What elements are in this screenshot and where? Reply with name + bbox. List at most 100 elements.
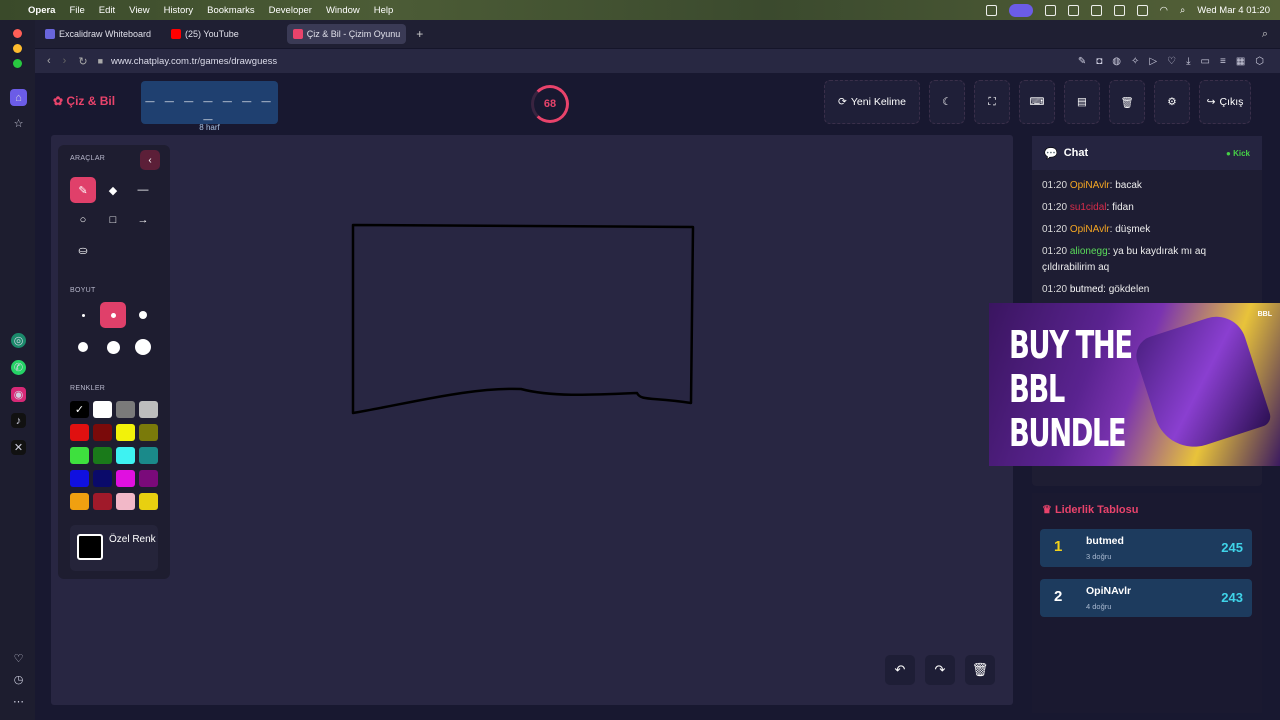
- color-swatch[interactable]: [139, 447, 158, 464]
- menu-edit[interactable]: Edit: [99, 5, 115, 16]
- drawing-canvas[interactable]: [51, 135, 1013, 705]
- trash-button[interactable]: 🗑: [1109, 80, 1145, 124]
- eraser-tool[interactable]: ◆: [100, 177, 126, 203]
- menu-icon[interactable]: ≡: [1220, 56, 1226, 67]
- color-swatch[interactable]: [139, 493, 158, 510]
- status-icon[interactable]: [1044, 4, 1056, 16]
- user-icon[interactable]: [1113, 4, 1125, 16]
- color-swatch[interactable]: [70, 424, 89, 441]
- wallet-icon[interactable]: ⬡: [1255, 56, 1264, 67]
- exit-button[interactable]: ↪ Çıkış: [1199, 80, 1251, 124]
- close-window-button[interactable]: [13, 29, 22, 38]
- tab-excalidraw[interactable]: Excalidraw Whiteboard: [39, 24, 157, 44]
- instagram-icon[interactable]: ◉: [11, 387, 26, 402]
- color-swatch[interactable]: [93, 447, 112, 464]
- color-swatch[interactable]: [93, 470, 112, 487]
- download-icon[interactable]: ⤓: [1186, 56, 1190, 67]
- menu-app-name[interactable]: Opera: [28, 5, 55, 16]
- player-icon[interactable]: ▷: [1149, 56, 1157, 67]
- color-swatch[interactable]: [139, 401, 158, 418]
- x-icon[interactable]: ✕: [11, 440, 26, 455]
- menu-developer[interactable]: Developer: [269, 5, 312, 16]
- settings-button[interactable]: ⚙: [1154, 80, 1190, 124]
- custom-color-button[interactable]: Özel Renk: [70, 525, 158, 571]
- url-field[interactable]: www.chatplay.com.tr/games/drawguess: [111, 56, 277, 67]
- datetime[interactable]: Wed Mar 4 01:20: [1197, 5, 1270, 16]
- menu-window[interactable]: Window: [326, 5, 360, 16]
- brush-tool[interactable]: ✎: [70, 177, 96, 203]
- size-1[interactable]: [70, 302, 96, 328]
- menu-history[interactable]: History: [164, 5, 194, 16]
- color-swatch[interactable]: [93, 401, 112, 418]
- color-swatch[interactable]: [116, 470, 135, 487]
- collapse-panel-button[interactable]: ‹: [140, 150, 160, 170]
- screen-share-icon[interactable]: [1008, 3, 1033, 17]
- sidebar-icon[interactable]: ▭: [1201, 56, 1210, 67]
- fullscreen-button[interactable]: ⛶: [974, 80, 1010, 124]
- menu-help[interactable]: Help: [374, 5, 394, 16]
- color-swatch[interactable]: [116, 493, 135, 510]
- whatsapp-icon[interactable]: ✆: [11, 360, 26, 375]
- player-name[interactable]: OpiNAvlr: [1086, 585, 1131, 597]
- heart-icon[interactable]: ♡: [11, 651, 26, 666]
- color-swatch[interactable]: [70, 447, 89, 464]
- color-swatch[interactable]: [93, 424, 112, 441]
- forward-icon[interactable]: ›: [63, 55, 67, 67]
- rectangle-tool[interactable]: □: [100, 207, 126, 233]
- wifi-icon[interactable]: ◠: [1160, 5, 1168, 16]
- size-2[interactable]: [100, 302, 126, 328]
- player-name[interactable]: butmed: [1086, 535, 1124, 547]
- status-icon[interactable]: [985, 4, 997, 16]
- message-user[interactable]: butmed: [1070, 284, 1103, 295]
- heart-icon[interactable]: ♡: [1167, 56, 1176, 67]
- color-swatch[interactable]: [70, 470, 89, 487]
- color-swatch[interactable]: [116, 447, 135, 464]
- theme-toggle-button[interactable]: ☾: [929, 80, 965, 124]
- tab-ciz-bil[interactable]: Çiz & Bil - Çizim Oyunu: [286, 24, 407, 44]
- color-swatch[interactable]: [116, 424, 135, 441]
- extensions-icon[interactable]: ▦: [1236, 56, 1245, 67]
- fill-tool[interactable]: ⛀: [70, 237, 96, 263]
- color-swatch[interactable]: [70, 493, 89, 510]
- edit-icon[interactable]: ✎: [1078, 56, 1086, 67]
- undo-button[interactable]: ↶: [885, 655, 915, 685]
- message-user[interactable]: su1cidal: [1070, 202, 1107, 213]
- minimize-window-button[interactable]: [13, 44, 22, 53]
- ad-banner[interactable]: BUY THE BBL BUNDLE BBL: [989, 303, 1280, 466]
- size-5[interactable]: [100, 334, 126, 360]
- new-tab-icon[interactable]: +: [416, 27, 423, 41]
- star-icon[interactable]: ☆: [11, 116, 26, 131]
- message-user[interactable]: alionegg: [1070, 246, 1108, 257]
- status-icon[interactable]: [1067, 4, 1079, 16]
- color-swatch[interactable]: [116, 401, 135, 418]
- clock-icon[interactable]: ◷: [11, 672, 26, 687]
- size-3[interactable]: [130, 302, 156, 328]
- zoom-window-button[interactable]: [13, 59, 22, 68]
- tiktok-icon[interactable]: ♪: [11, 413, 26, 428]
- camera-icon[interactable]: ◘: [1096, 56, 1102, 67]
- archive-button[interactable]: ▤: [1064, 80, 1100, 124]
- size-6[interactable]: [130, 334, 156, 360]
- home-icon[interactable]: ⌂: [10, 89, 27, 106]
- app-logo[interactable]: ✿ Çiz & Bil: [53, 94, 115, 108]
- size-4[interactable]: [70, 334, 96, 360]
- circle-tool[interactable]: ○: [70, 207, 96, 233]
- back-icon[interactable]: ‹: [47, 55, 51, 67]
- tab-youtube[interactable]: (25) YouTube: [165, 24, 245, 44]
- color-swatch[interactable]: [93, 493, 112, 510]
- search-icon[interactable]: ⌕: [1180, 5, 1185, 16]
- keyboard-button[interactable]: ⌨: [1019, 80, 1055, 124]
- message-user[interactable]: OpiNAvlr: [1070, 180, 1110, 191]
- battery-icon[interactable]: [1136, 4, 1148, 16]
- menu-bookmarks[interactable]: Bookmarks: [207, 5, 255, 16]
- redo-button[interactable]: ↷: [925, 655, 955, 685]
- arrow-tool[interactable]: →: [130, 207, 156, 233]
- color-swatch[interactable]: [139, 424, 158, 441]
- menu-view[interactable]: View: [129, 5, 149, 16]
- shield-icon[interactable]: ◍: [1112, 56, 1121, 67]
- reload-icon[interactable]: ↻: [78, 55, 87, 68]
- color-swatch[interactable]: ✓: [70, 401, 89, 418]
- menu-file[interactable]: File: [69, 5, 84, 16]
- line-tool[interactable]: —: [130, 177, 156, 203]
- extension-icon[interactable]: ✧: [1131, 56, 1139, 67]
